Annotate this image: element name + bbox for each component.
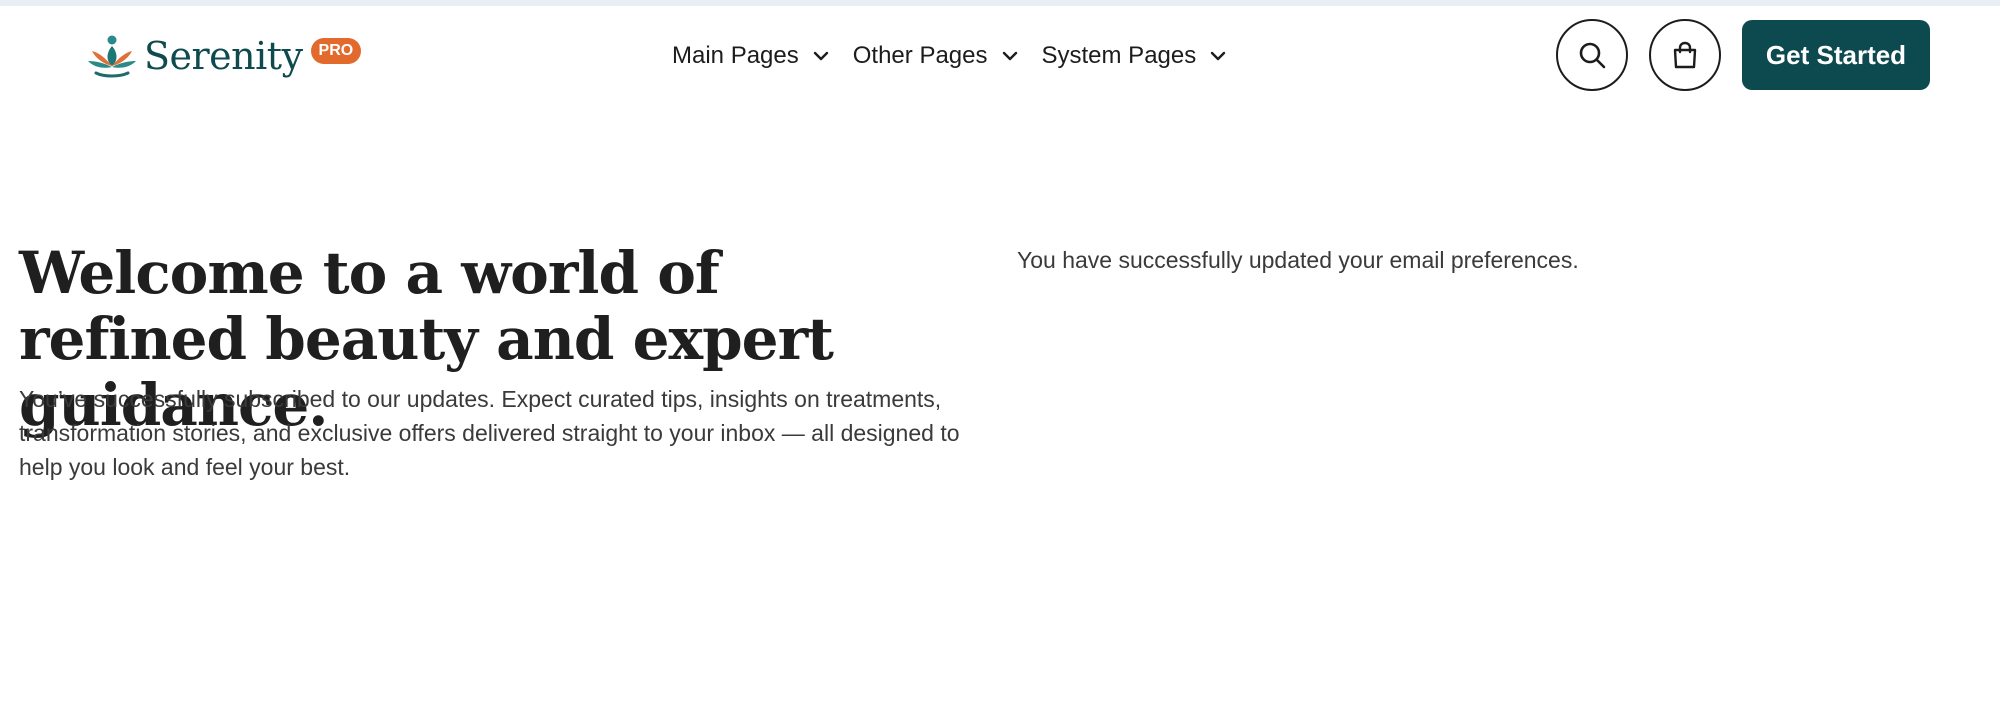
search-button[interactable]	[1556, 19, 1628, 91]
cart-button[interactable]	[1649, 19, 1721, 91]
brand-logo[interactable]: Serenity PRO	[86, 32, 362, 80]
hero-description: You’ve successfully subscribed to our up…	[19, 386, 960, 480]
pro-badge: PRO	[310, 38, 362, 64]
nav-main-pages[interactable]: Main Pages	[672, 42, 831, 70]
shopping-bag-icon	[1673, 41, 1697, 69]
main-nav: Main Pages Other Pages System Pages	[672, 42, 1250, 70]
brand-name: Serenity	[144, 34, 303, 78]
lotus-meditation-logo-icon	[88, 35, 136, 78]
chevron-down-icon	[1002, 51, 1017, 61]
get-started-button[interactable]: Get Started	[1742, 20, 1930, 90]
nav-other-pages-label: Other Pages	[852, 42, 988, 69]
nav-other-pages[interactable]: Other Pages	[853, 42, 1020, 70]
chevron-down-icon	[813, 51, 828, 61]
site-header: Serenity PRO Main Pages Other Pages Syst…	[0, 6, 2000, 104]
search-icon	[1579, 42, 1606, 69]
nav-system-pages[interactable]: System Pages	[1042, 42, 1229, 70]
chevron-down-icon	[1211, 51, 1226, 61]
nav-main-pages-label: Main Pages	[672, 42, 799, 69]
nav-system-pages-label: System Pages	[1041, 42, 1197, 69]
status-message: You have successfully updated your email…	[1017, 247, 1579, 273]
